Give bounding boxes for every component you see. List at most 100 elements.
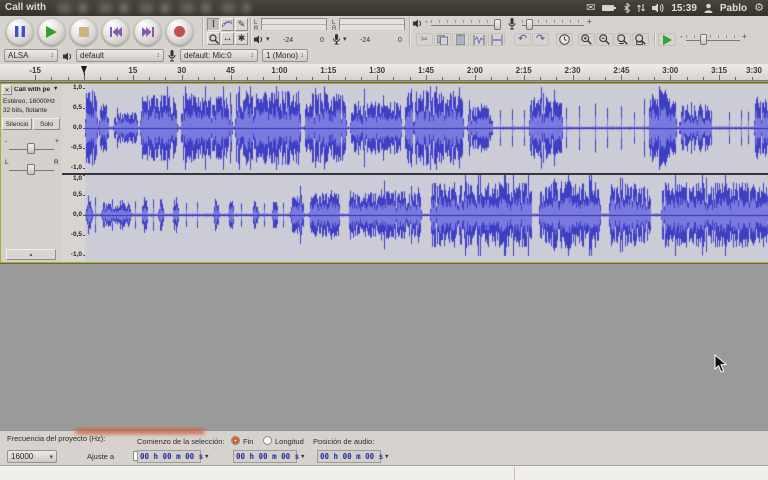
waveform-channel-2[interactable]: [85, 175, 768, 262]
timeline-label: 15: [128, 66, 137, 75]
playback-speed-slider-thumb[interactable]: [700, 34, 707, 45]
timeline-ruler[interactable]: -151530451:001:151:301:452:002:152:302:4…: [0, 64, 768, 81]
track-collapse-button[interactable]: ▲: [6, 249, 56, 260]
playback-meter-speaker-icon[interactable]: [254, 35, 264, 44]
silence-button[interactable]: [488, 33, 505, 46]
timeline-tick: [410, 77, 411, 80]
timeline-tick: [621, 75, 622, 80]
cut-button[interactable]: ✂: [416, 33, 433, 46]
clock-text[interactable]: 15:39: [671, 3, 697, 14]
device-toolbar: ALSA ↕ default ↕ default: Mic:0 ↕ 1 (Mon…: [0, 48, 768, 65]
selection-end-field[interactable]: 00 h 00 m 00 s ▾: [233, 450, 297, 463]
recording-device-select[interactable]: default: Mic:0 ↕: [180, 49, 258, 62]
battery-icon[interactable]: [602, 4, 617, 12]
waveform-channel-1[interactable]: [85, 84, 768, 173]
track-close-button[interactable]: ✕: [2, 85, 12, 95]
playback-device-select[interactable]: default ↕: [76, 49, 164, 62]
recording-meter-mic-icon[interactable]: [333, 34, 340, 45]
host-select[interactable]: ALSA ↕: [4, 49, 58, 62]
output-volume-slider[interactable]: [431, 25, 499, 26]
toolbar-separator: [654, 33, 655, 46]
record-button[interactable]: [166, 18, 193, 45]
mouse-cursor: [714, 354, 727, 374]
envelope-tool[interactable]: [221, 18, 234, 31]
track-name[interactable]: Call with pe: [14, 87, 52, 94]
draw-tool[interactable]: ✎: [235, 18, 248, 31]
collapse-icon: ▲: [29, 252, 34, 258]
zoom-selection-button[interactable]: [614, 33, 631, 46]
timeline-label: 1:00: [271, 66, 287, 75]
zoom-fit-button[interactable]: [632, 33, 649, 46]
redo-icon: ↷: [536, 34, 545, 45]
redacted-title-blur: [58, 3, 250, 13]
track-menu-button[interactable]: ▼: [53, 87, 58, 93]
skip-start-button[interactable]: [102, 18, 129, 45]
selection-tool[interactable]: I: [207, 18, 220, 31]
paste-button[interactable]: [452, 33, 469, 46]
gain-slider-thumb[interactable]: [27, 143, 35, 154]
username-text[interactable]: Pablo: [720, 3, 747, 14]
timeline-tick: [296, 77, 297, 80]
timeline-tick: [670, 75, 671, 80]
recording-meter-dropdown-icon[interactable]: ▾: [343, 36, 347, 43]
timeshift-tool-icon: ↔: [223, 34, 233, 44]
timeline-label: 2:00: [467, 66, 483, 75]
vertical-ruler-channel-2[interactable]: 1,00,50,0-0,5-1,0: [62, 175, 86, 262]
stop-button[interactable]: [70, 18, 97, 45]
project-rate-select[interactable]: 16000 ▾: [7, 450, 57, 463]
length-radio[interactable]: [263, 436, 272, 445]
zoom-out-button[interactable]: [596, 33, 613, 46]
timeline-label: 3:30: [746, 66, 762, 75]
trim-icon: [473, 35, 485, 45]
vruler-label: -1,0: [71, 252, 82, 259]
session-gear-icon[interactable]: ⚙: [754, 3, 764, 14]
track-solo-button[interactable]: Solo: [33, 118, 60, 130]
toolbar-separator: [409, 17, 410, 46]
timeshift-tool[interactable]: ↔: [221, 32, 234, 45]
channels-select[interactable]: 1 (Mono) ↕: [262, 49, 308, 62]
volume-icon[interactable]: [652, 3, 664, 13]
timeline-tick: [247, 77, 248, 80]
skip-end-button[interactable]: [134, 18, 161, 45]
redo-button[interactable]: ↷: [532, 33, 549, 46]
playback-device-speaker-icon: [63, 52, 73, 61]
pause-button[interactable]: [6, 18, 33, 45]
play-at-speed-button[interactable]: [658, 33, 676, 46]
vruler-label: 0,5: [73, 192, 82, 199]
multi-tool[interactable]: ✱: [235, 32, 248, 45]
trim-button[interactable]: [470, 33, 487, 46]
output-volume-slider-thumb[interactable]: [494, 19, 501, 30]
zoom-tool[interactable]: [207, 32, 220, 45]
timeline-label: 45: [226, 66, 235, 75]
input-volume-slider-thumb[interactable]: [526, 19, 533, 30]
copy-button[interactable]: [434, 33, 451, 46]
pan-slider-thumb[interactable]: [27, 164, 35, 175]
sync-lock-button[interactable]: [556, 33, 573, 46]
vertical-ruler-channel-1[interactable]: 1,00,50,0-0,5-1,0: [62, 84, 86, 173]
user-icon[interactable]: [704, 3, 713, 13]
record-icon: [174, 26, 185, 37]
paste-icon: [456, 34, 465, 45]
recording-meter[interactable]: [339, 18, 405, 30]
playback-meter[interactable]: [261, 18, 327, 30]
timeline-label: 2:45: [613, 66, 629, 75]
input-volume-max-label: +: [587, 17, 592, 26]
network-arrows-icon[interactable]: [637, 3, 645, 13]
end-radio[interactable]: [231, 436, 240, 445]
bluetooth-icon[interactable]: [624, 3, 630, 13]
envelope-tool-icon: [222, 20, 233, 29]
zoom-in-button[interactable]: [578, 33, 595, 46]
track-mute-button[interactable]: Silencio: [2, 118, 32, 130]
timeline-tick: [133, 75, 134, 80]
skip-end-icon: [142, 27, 154, 37]
playback-speed-slider[interactable]: [686, 40, 740, 41]
playback-meter-dropdown-icon[interactable]: ▾: [266, 36, 270, 43]
selection-start-field[interactable]: 00 h 00 m 00 s ▾: [137, 450, 201, 463]
length-radio-label: Longitud: [275, 437, 304, 446]
timeline-tick: [214, 77, 215, 80]
undo-button[interactable]: ↶: [514, 33, 531, 46]
play-button[interactable]: [38, 18, 65, 45]
mail-icon[interactable]: ✉: [586, 3, 595, 14]
timeline-tick: [654, 77, 655, 80]
audio-position-field[interactable]: 00 h 00 m 00 s ▾: [317, 450, 381, 463]
